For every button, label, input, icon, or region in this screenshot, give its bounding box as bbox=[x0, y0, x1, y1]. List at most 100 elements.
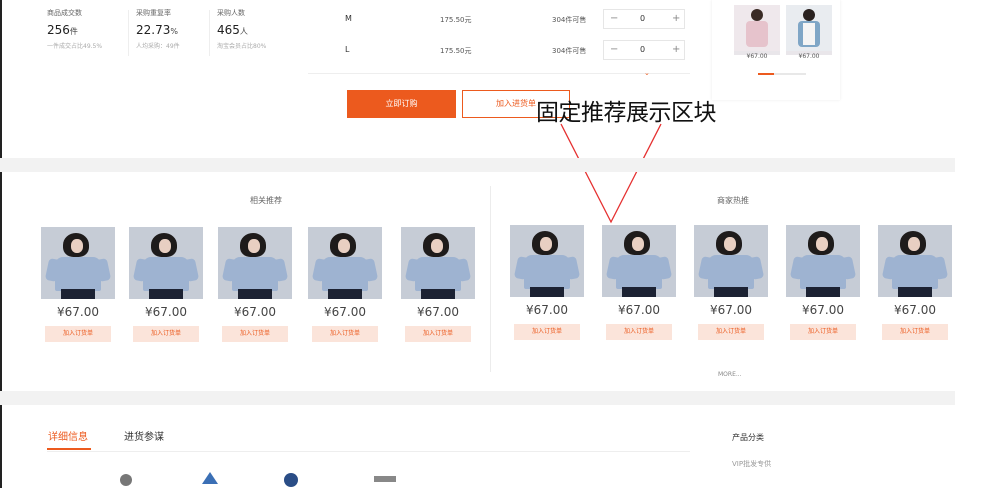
stat-unit: 人 bbox=[239, 27, 248, 36]
product-image bbox=[510, 225, 584, 297]
category-item[interactable]: VIP批发专供 bbox=[732, 459, 771, 469]
plus-button[interactable]: + bbox=[672, 44, 680, 55]
product-image bbox=[308, 227, 382, 299]
sku-price: 175.50元 bbox=[440, 16, 472, 24]
product-image bbox=[694, 225, 768, 297]
stat-buyers: 采购人数 465人 淘宝会员占比80% bbox=[209, 8, 267, 56]
product-image bbox=[734, 5, 780, 51]
brand-logo-icon bbox=[120, 474, 132, 486]
product-card[interactable]: ¥67.00 加入订货单 bbox=[218, 227, 292, 342]
tab-purchase-advisor[interactable]: 进货参谋 bbox=[124, 428, 164, 443]
hot-title: 商家热推 bbox=[717, 196, 749, 205]
stat-label: 采购重复率 bbox=[136, 9, 171, 17]
stat-unit: % bbox=[170, 27, 178, 36]
mini-product-thumb[interactable]: ¥67.00 bbox=[734, 5, 780, 60]
brand-logo-icon bbox=[284, 473, 298, 487]
product-card[interactable]: ¥67.00 加入订货单 bbox=[786, 225, 860, 340]
plus-button[interactable]: + bbox=[672, 13, 680, 24]
sku-stock: 304件可售 bbox=[552, 16, 587, 24]
section-divider bbox=[490, 186, 491, 372]
divider bbox=[128, 10, 129, 56]
product-card[interactable]: ¥67.00 加入订货单 bbox=[308, 227, 382, 342]
add-to-order-button[interactable]: 加入订货单 bbox=[882, 324, 948, 340]
stat-label: 采购人数 bbox=[217, 9, 245, 17]
stat-repeat-rate: 采购重复率 22.73% 人均采购：49件 bbox=[128, 8, 180, 56]
product-image bbox=[602, 225, 676, 297]
add-to-order-button[interactable]: 加入订货单 bbox=[405, 326, 471, 342]
product-image bbox=[401, 227, 475, 299]
sku-size: M bbox=[345, 14, 352, 23]
quantity-stepper[interactable]: − 0 + bbox=[603, 40, 685, 60]
product-price: ¥67.00 bbox=[710, 303, 752, 317]
product-image bbox=[878, 225, 952, 297]
add-to-order-button[interactable]: 加入订货单 bbox=[514, 324, 580, 340]
mini-product-thumb[interactable]: ¥67.00 bbox=[786, 5, 832, 60]
product-card[interactable]: ¥67.00 加入订货单 bbox=[878, 225, 952, 340]
sku-row: M 175.50元 304件可售 − 0 + bbox=[345, 9, 690, 29]
sku-price: 175.50元 bbox=[440, 47, 472, 55]
product-image bbox=[786, 225, 860, 297]
tab-details[interactable]: 详细信息 bbox=[48, 428, 88, 443]
minus-button[interactable]: − bbox=[610, 44, 618, 55]
product-price: ¥67.00 bbox=[234, 305, 276, 319]
product-image bbox=[129, 227, 203, 299]
mini-price: ¥67.00 bbox=[746, 53, 768, 60]
category-title: 产品分类 bbox=[732, 433, 764, 442]
sku-stock: 304件可售 bbox=[552, 47, 587, 55]
chevron-down-icon[interactable]: ⌄ bbox=[644, 69, 650, 77]
add-to-order-button[interactable]: 加入订货单 bbox=[222, 326, 288, 342]
mini-price: ¥67.00 bbox=[798, 53, 820, 60]
add-to-order-button[interactable]: 加入订货单 bbox=[312, 326, 378, 342]
product-card[interactable]: ¥67.00 加入订货单 bbox=[401, 227, 475, 342]
section-band bbox=[0, 158, 955, 172]
quantity-value[interactable]: 0 bbox=[640, 45, 645, 54]
stat-value: 256 bbox=[47, 23, 70, 37]
brand-logo-icon bbox=[374, 476, 396, 482]
tab-divider bbox=[47, 451, 690, 452]
stat-unit: 件 bbox=[69, 27, 78, 36]
product-price: ¥67.00 bbox=[324, 305, 366, 319]
brand-logo-icon bbox=[202, 472, 218, 484]
product-price: ¥67.00 bbox=[526, 303, 568, 317]
product-price: ¥67.00 bbox=[57, 305, 99, 319]
product-price: ¥67.00 bbox=[417, 305, 459, 319]
add-to-order-button[interactable]: 加入订货单 bbox=[606, 324, 672, 340]
product-card[interactable]: ¥67.00 加入订货单 bbox=[694, 225, 768, 340]
product-image bbox=[41, 227, 115, 299]
divider bbox=[209, 10, 210, 56]
sku-row: L 175.50元 304件可售 − 0 + bbox=[345, 40, 690, 60]
tab-active-underline bbox=[47, 448, 91, 450]
sku-size: L bbox=[345, 45, 350, 54]
product-image bbox=[786, 5, 832, 51]
buy-now-button[interactable]: 立即订购 bbox=[347, 90, 456, 118]
stat-deal-count: 商品成交数 256件 一件成交占比49.5% bbox=[47, 8, 102, 50]
annotation-arrow-icon bbox=[560, 123, 662, 224]
stat-sub: 一件成交占比49.5% bbox=[47, 43, 103, 50]
product-card[interactable]: ¥67.00 加入订货单 bbox=[129, 227, 203, 342]
more-link[interactable]: MORE... bbox=[718, 371, 742, 378]
section-band bbox=[0, 391, 955, 405]
related-title: 相关推荐 bbox=[250, 196, 282, 205]
add-to-order-button[interactable]: 加入订货单 bbox=[133, 326, 199, 342]
add-to-order-button[interactable]: 加入订货单 bbox=[45, 326, 111, 342]
product-card[interactable]: ¥67.00 加入订货单 bbox=[602, 225, 676, 340]
stat-value: 22.73 bbox=[136, 23, 171, 37]
quantity-value[interactable]: 0 bbox=[640, 14, 645, 23]
carousel-indicator-active bbox=[758, 73, 774, 75]
product-price: ¥67.00 bbox=[802, 303, 844, 317]
add-to-order-button[interactable]: 加入订货单 bbox=[698, 324, 764, 340]
product-image bbox=[218, 227, 292, 299]
add-to-order-button[interactable]: 加入订货单 bbox=[790, 324, 856, 340]
product-price: ¥67.00 bbox=[894, 303, 936, 317]
divider bbox=[308, 73, 690, 74]
quantity-stepper[interactable]: − 0 + bbox=[603, 9, 685, 29]
product-price: ¥67.00 bbox=[618, 303, 660, 317]
stat-sub: 人均采购：49件 bbox=[136, 43, 180, 50]
stat-label: 商品成交数 bbox=[47, 9, 82, 17]
minus-button[interactable]: − bbox=[610, 13, 618, 24]
product-card[interactable]: ¥67.00 加入订货单 bbox=[510, 225, 584, 340]
stat-sub: 淘宝会员占比80% bbox=[217, 43, 267, 50]
left-border bbox=[0, 0, 2, 488]
product-card[interactable]: ¥67.00 加入订货单 bbox=[41, 227, 115, 342]
product-price: ¥67.00 bbox=[145, 305, 187, 319]
